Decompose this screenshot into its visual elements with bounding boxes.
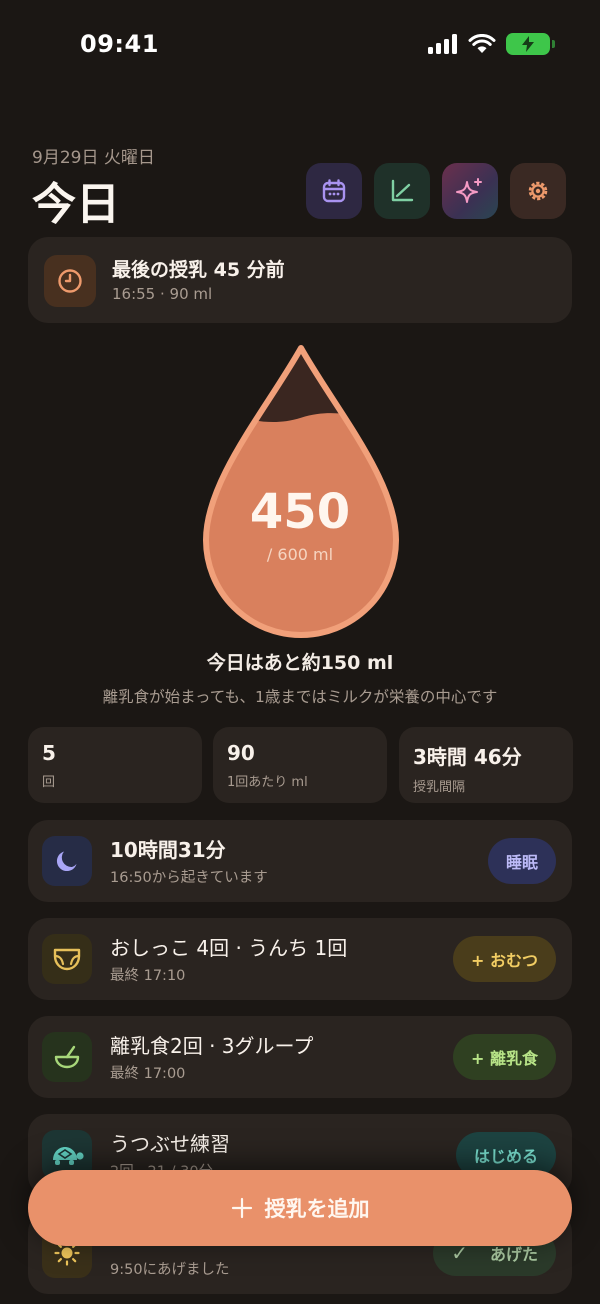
add-feeding-label: 授乳を追加 — [264, 1197, 370, 1221]
baby-food-title: 離乳食2回 · 3グループ — [110, 1034, 314, 1058]
stat-feed-interval: 3時間 46分 授乳間隔 — [399, 727, 573, 803]
settings-button[interactable] — [510, 163, 566, 219]
intake-total: / 600 ml — [266, 545, 334, 564]
stat-amount-per-feed: 90 1回あたり ml — [213, 727, 387, 803]
stat-value: 90 — [227, 741, 255, 765]
calendar-button[interactable] — [306, 163, 362, 219]
page-title: 今日 — [32, 179, 120, 230]
calendar-icon — [322, 179, 346, 203]
add-feeding-button[interactable]: 授乳を追加 — [28, 1170, 572, 1246]
last-feed-detail: 16:55 · 90 ml — [112, 285, 213, 303]
remaining-text: 今日はあと約150 ml — [206, 652, 394, 674]
diaper-title: おしっこ 4回 · うんち 1回 — [110, 936, 348, 960]
diaper-sub: 最終 17:10 — [110, 968, 186, 984]
intake-value: 450 — [249, 484, 351, 540]
stat-label: 回 — [42, 775, 56, 790]
chart-icon — [391, 179, 414, 202]
diaper-icon — [42, 934, 92, 984]
status-icons — [428, 33, 555, 55]
stat-value: 3時間 46分 — [413, 745, 522, 769]
sleep-sub: 16:50から起きています — [110, 870, 268, 886]
sleep-card[interactable]: 10時間31分 16:50から起きています 睡眠 — [28, 820, 572, 902]
vitamin-sub: 9:50にあげました — [110, 1262, 230, 1278]
stat-value: 5 — [42, 741, 56, 765]
moon-icon — [42, 836, 92, 886]
sleep-title: 10時間31分 — [110, 838, 226, 862]
baby-food-card[interactable]: 離乳食2回 · 3グループ 最終 17:00 + 離乳食 — [28, 1016, 572, 1098]
battery-icon — [506, 33, 555, 55]
date-label: 9月29日 火曜日 — [32, 148, 155, 168]
wifi-icon — [468, 34, 496, 53]
gear-icon — [528, 181, 548, 201]
sparkle-icon — [456, 178, 482, 203]
add-baby-food-button[interactable]: + 離乳食 — [453, 1034, 556, 1080]
last-feed-card[interactable]: 最後の授乳 45 分前 16:55 · 90 ml — [28, 237, 572, 323]
diaper-card[interactable]: おしっこ 4回 · うんち 1回 最終 17:10 + おむつ — [28, 918, 572, 1000]
ai-sparkle-button[interactable] — [442, 163, 498, 219]
clock-icon — [44, 255, 96, 307]
stat-feed-count: 5 回 — [28, 727, 202, 803]
last-feed-title: 最後の授乳 45 分前 — [112, 259, 285, 281]
tummy-time-title: うつぶせ練習 — [110, 1132, 230, 1156]
nutrition-hint: 離乳食が始まっても、1歳まではミルクが栄養の中心です — [102, 688, 498, 706]
bowl-icon — [42, 1032, 92, 1082]
add-diaper-button[interactable]: + おむつ — [453, 936, 556, 982]
sleep-button[interactable]: 睡眠 — [487, 838, 556, 884]
baby-food-sub: 最終 17:00 — [110, 1066, 186, 1082]
stat-label: 1回あたり ml — [227, 775, 308, 790]
status-time: 09:41 — [80, 30, 159, 58]
stats-chart-button[interactable] — [374, 163, 430, 219]
plus-icon — [231, 1197, 252, 1219]
signal-icon — [428, 34, 457, 54]
stat-label: 授乳間隔 — [413, 780, 466, 795]
